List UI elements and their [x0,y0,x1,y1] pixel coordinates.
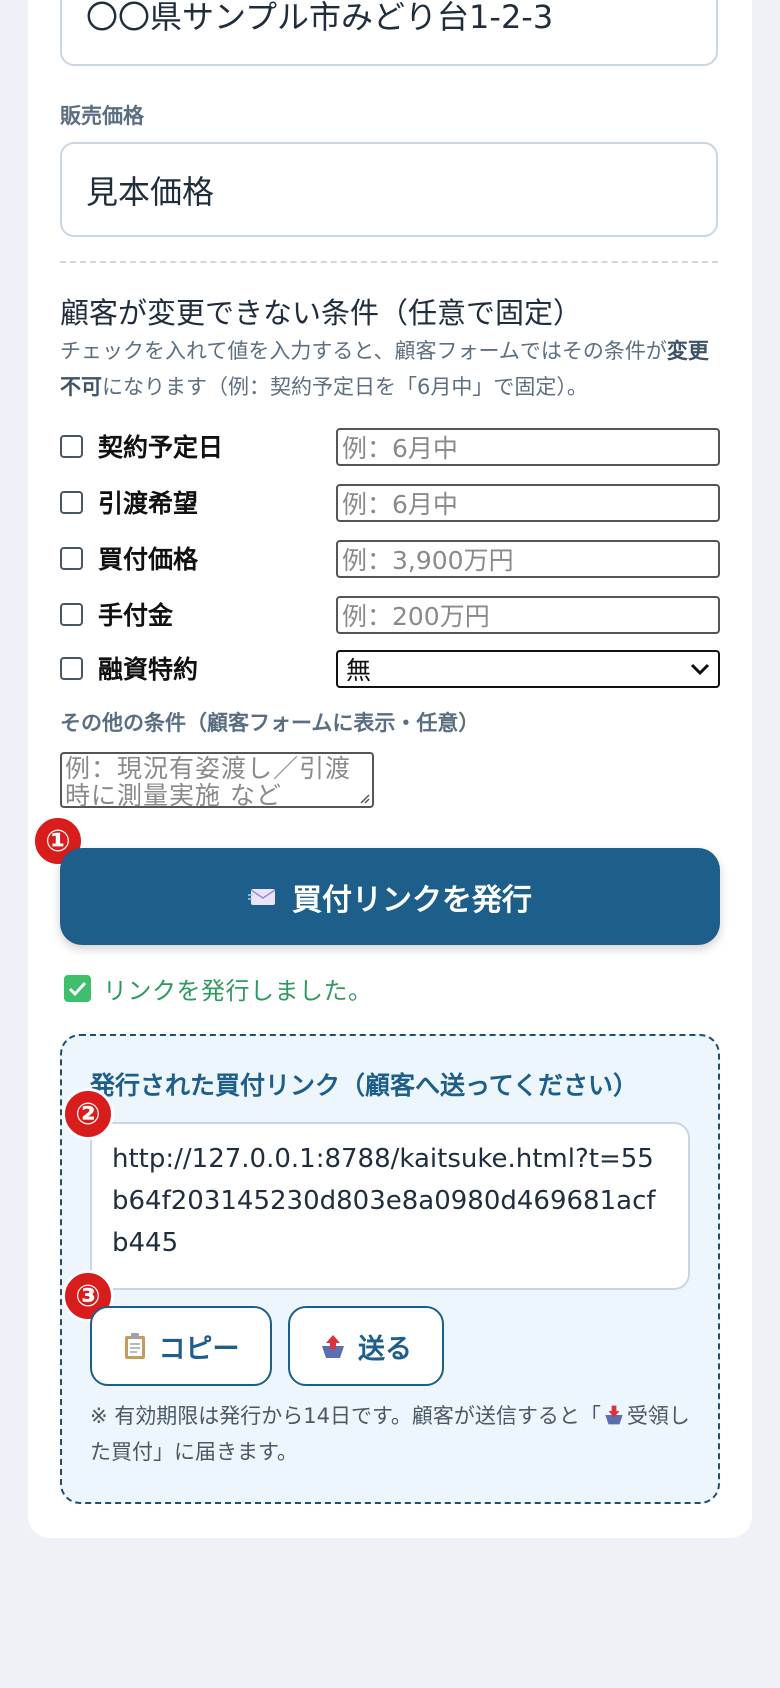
issued-link-url[interactable]: http://127.0.0.1:8788/kaitsuke.html?t=55… [90,1122,690,1290]
desc-text-1: チェックを入れて値を入力すると、顧客フォームではその条件が [60,339,667,363]
status-text: リンクを発行しました。 [103,977,373,1005]
send-button[interactable]: 送る [288,1306,444,1386]
checkbox-delivery[interactable] [60,491,83,514]
issue-link-button-label: 買付リンクを発行 [292,882,532,918]
status-message: リンクを発行しました。 [64,971,373,1006]
resize-handle-icon[interactable] [358,792,370,804]
placeholder-deposit: 例：200万円 [342,602,490,631]
label-contract-date: 契約予定日 [98,433,224,462]
input-contract-date[interactable]: 例：6月中 [336,428,720,466]
placeholder-delivery: 例：6月中 [342,490,458,519]
input-purchase-price[interactable]: 例：3,900万円 [336,540,720,578]
label-deposit: 手付金 [98,601,174,630]
check-icon [64,975,91,1002]
price-input[interactable]: 見本価格 [60,142,718,237]
input-delivery[interactable]: 例：6月中 [336,484,720,522]
send-button-label: 送る [358,1333,412,1365]
input-deposit[interactable]: 例：200万円 [336,596,720,634]
note-text-1: ※ 有効期限は発行から14日です。顧客が送信すると「 [90,1404,601,1428]
clipboard-icon [124,1333,145,1359]
label-purchase-price: 買付価格 [98,545,199,574]
other-conditions-textarea[interactable]: 例：現況有姿渡し／引渡時に測量実施 など [60,752,374,810]
address-input[interactable]: 〇〇県サンプル市みどり台1-2-3 [60,0,718,66]
copy-button[interactable]: コピー [90,1306,272,1386]
expiry-note: ※ 有効期限は発行から14日です。顧客が送信すると「 受領した買付」に届きます。 [90,1398,690,1470]
select-financing[interactable]: 無 [336,650,720,688]
placeholder-purchase-price: 例：3,900万円 [342,546,514,575]
section-divider [60,261,718,263]
checkbox-financing[interactable] [60,657,83,680]
checkbox-deposit[interactable] [60,603,83,626]
label-delivery: 引渡希望 [98,489,199,518]
label-financing: 融資特約 [98,655,199,684]
outbox-tray-icon [322,1335,344,1358]
select-financing-value: 無 [346,656,372,685]
desc-text-2: になります（例：契約予定日を「6月中」で固定）。 [102,375,588,399]
other-conditions-label: その他の条件（顧客フォームに表示・任意） [60,711,480,735]
inbox-tray-icon [605,1405,623,1425]
checkbox-purchase-price[interactable] [60,547,83,570]
issued-link-title: 発行された買付リンク（顧客へ送ってください） [90,1071,639,1100]
placeholder-contract-date: 例：6月中 [342,434,458,463]
step-badge-2: ② [62,1088,114,1140]
fixed-conditions-title: 顧客が変更できない条件（任意で固定） [60,296,583,330]
issued-link-url-text: http://127.0.0.1:8788/kaitsuke.html?t=55… [112,1144,656,1258]
envelope-icon [248,888,276,905]
chevron-down-icon [690,663,710,676]
price-value: 見本価格 [86,172,215,211]
fixed-conditions-description: チェックを入れて値を入力すると、顧客フォームではその条件が変更不可になります（例… [60,333,722,405]
issue-link-button[interactable]: 買付リンクを発行 [60,848,720,945]
other-conditions-placeholder: 例：現況有姿渡し／引渡時に測量実施 など [65,754,352,810]
copy-button-label: コピー [158,1333,240,1365]
price-label: 販売価格 [60,104,144,128]
checkbox-contract-date[interactable] [60,435,83,458]
address-value: 〇〇県サンプル市みどり台1-2-3 [86,0,554,36]
